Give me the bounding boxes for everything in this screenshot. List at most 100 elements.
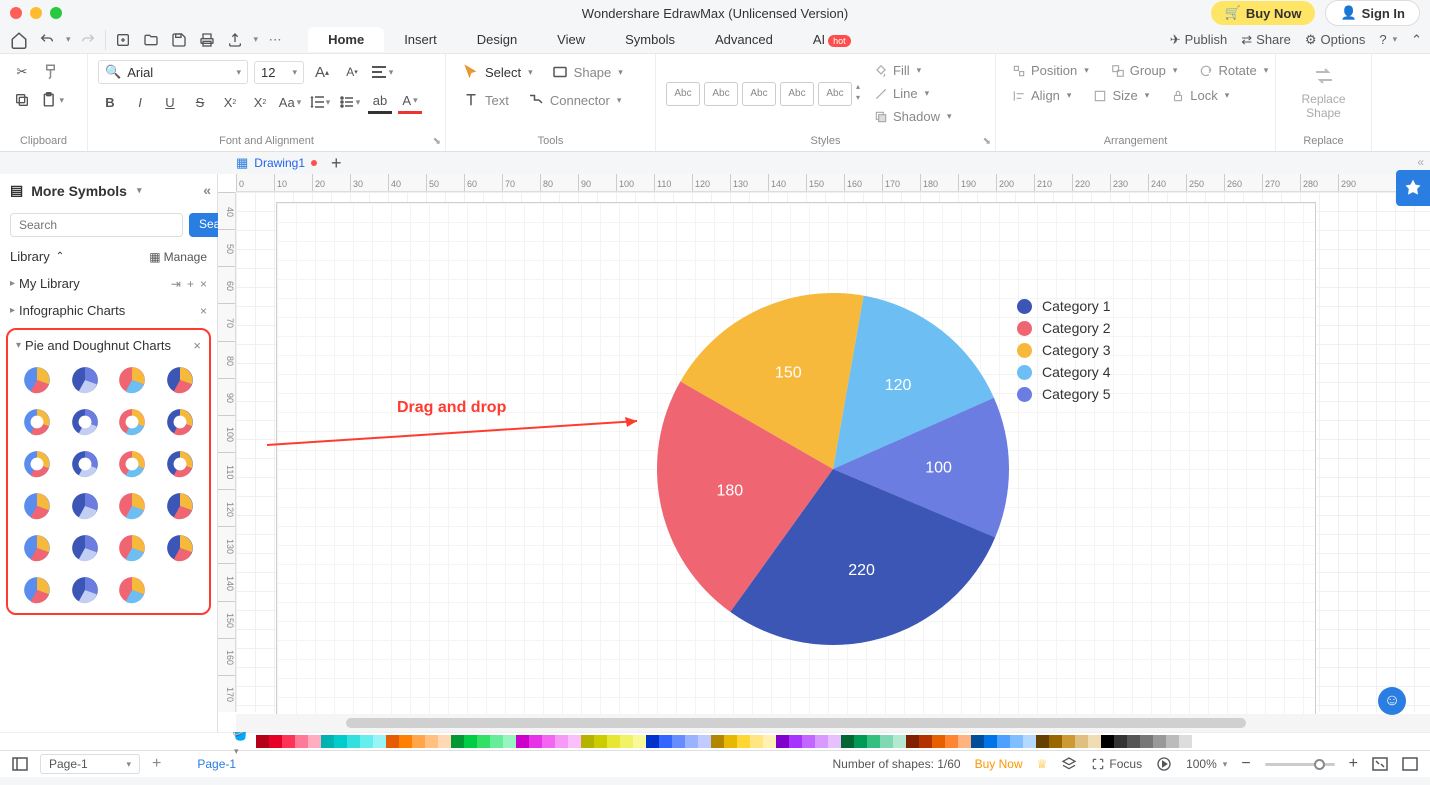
text-tool-button[interactable]: Text bbox=[456, 88, 515, 112]
share-button[interactable]: ⇄Share bbox=[1241, 32, 1291, 48]
print-button[interactable] bbox=[196, 29, 218, 51]
color-swatch[interactable] bbox=[867, 735, 880, 748]
color-swatch[interactable] bbox=[295, 735, 308, 748]
window-minimize-button[interactable] bbox=[30, 7, 42, 19]
tab-insert[interactable]: Insert bbox=[384, 27, 457, 52]
chart-thumbnail[interactable] bbox=[161, 533, 199, 563]
collapse-ribbon-button[interactable]: ⌃ bbox=[1411, 32, 1422, 48]
color-swatch[interactable] bbox=[438, 735, 451, 748]
help-button[interactable]: ?▾ bbox=[1379, 32, 1397, 47]
infographic-charts-section[interactable]: ▸ Infographic Charts × bbox=[0, 297, 217, 324]
lock-button[interactable]: Lock▾ bbox=[1165, 85, 1235, 106]
copy-button[interactable] bbox=[10, 88, 34, 112]
select-tool-button[interactable]: Select▾ bbox=[456, 60, 539, 84]
color-swatch[interactable] bbox=[828, 735, 841, 748]
add-icon[interactable]: + bbox=[187, 277, 194, 291]
style-swatch-1[interactable]: Abc bbox=[666, 82, 700, 106]
window-close-button[interactable] bbox=[10, 7, 22, 19]
color-swatch[interactable] bbox=[906, 735, 919, 748]
case-button[interactable]: Aa▾ bbox=[278, 90, 302, 114]
undo-button[interactable] bbox=[36, 29, 58, 51]
chart-thumbnail[interactable] bbox=[161, 407, 199, 437]
color-swatch[interactable] bbox=[347, 735, 360, 748]
color-swatch[interactable] bbox=[425, 735, 438, 748]
color-swatch[interactable] bbox=[854, 735, 867, 748]
add-page-button[interactable]: + bbox=[152, 755, 161, 773]
color-swatch[interactable] bbox=[880, 735, 893, 748]
color-swatch[interactable] bbox=[1049, 735, 1062, 748]
color-swatch[interactable] bbox=[503, 735, 516, 748]
color-swatch[interactable] bbox=[620, 735, 633, 748]
color-swatch[interactable] bbox=[269, 735, 282, 748]
library-section[interactable]: Library ⌃ ▦Manage bbox=[0, 243, 217, 270]
align-button[interactable]: ▾ bbox=[370, 60, 394, 84]
home-icon[interactable] bbox=[8, 29, 30, 51]
increase-font-button[interactable]: A▴ bbox=[310, 60, 334, 84]
import-icon[interactable]: ⇥ bbox=[171, 277, 181, 291]
close-icon[interactable]: × bbox=[200, 304, 207, 318]
color-swatch[interactable] bbox=[1179, 735, 1192, 748]
page-layout-button[interactable] bbox=[12, 757, 28, 771]
color-swatch[interactable] bbox=[1036, 735, 1049, 748]
publish-button[interactable]: ✈Publish bbox=[1170, 32, 1228, 48]
color-swatch[interactable] bbox=[1010, 735, 1023, 748]
color-swatch[interactable] bbox=[1140, 735, 1153, 748]
help-bubble-button[interactable]: ☺ bbox=[1378, 687, 1406, 715]
zoom-dropdown[interactable]: 100%▾ bbox=[1186, 757, 1227, 771]
format-painter-button[interactable] bbox=[40, 60, 64, 84]
font-dialog-launcher[interactable]: ⬊ bbox=[433, 136, 441, 147]
premium-icon[interactable]: ♕ bbox=[1037, 757, 1048, 771]
color-swatch[interactable] bbox=[724, 735, 737, 748]
chart-thumbnail[interactable] bbox=[66, 491, 104, 521]
more-symbols-header[interactable]: ▤ More Symbols ▾ « bbox=[0, 174, 217, 207]
color-swatch[interactable] bbox=[711, 735, 724, 748]
export-button[interactable] bbox=[224, 29, 246, 51]
page-selector-dropdown[interactable]: Page-1 ▾ bbox=[40, 754, 140, 774]
tab-ai[interactable]: AIhot bbox=[793, 27, 871, 52]
chart-thumbnail[interactable] bbox=[66, 365, 104, 395]
color-swatch[interactable] bbox=[685, 735, 698, 748]
add-tab-button[interactable]: + bbox=[331, 153, 342, 174]
chart-thumbnail[interactable] bbox=[161, 491, 199, 521]
style-scroll-up[interactable]: ▴ bbox=[856, 82, 860, 91]
close-icon[interactable]: × bbox=[193, 338, 201, 353]
color-swatch[interactable] bbox=[1088, 735, 1101, 748]
fill-button[interactable]: Fill▾ bbox=[868, 60, 958, 81]
options-button[interactable]: ⚙Options bbox=[1305, 32, 1365, 48]
position-button[interactable]: Position▾ bbox=[1006, 60, 1095, 81]
zoom-slider[interactable] bbox=[1265, 763, 1335, 766]
color-swatch[interactable] bbox=[1062, 735, 1075, 748]
color-swatch[interactable] bbox=[633, 735, 646, 748]
color-swatch[interactable] bbox=[893, 735, 906, 748]
chart-thumbnail[interactable] bbox=[18, 491, 56, 521]
font-family-dropdown[interactable]: 🔍 Arial ▾ bbox=[98, 60, 248, 84]
line-spacing-button[interactable]: ▾ bbox=[308, 90, 332, 114]
style-swatch-2[interactable]: Abc bbox=[704, 82, 738, 106]
color-swatch[interactable] bbox=[672, 735, 685, 748]
undo-dropdown[interactable]: ▾ bbox=[66, 34, 71, 45]
collapse-sidebar-button[interactable]: « bbox=[203, 182, 211, 198]
shape-tool-button[interactable]: Shape▾ bbox=[545, 60, 629, 84]
color-swatch[interactable] bbox=[737, 735, 750, 748]
color-swatch[interactable] bbox=[815, 735, 828, 748]
underline-button[interactable]: U bbox=[158, 90, 182, 114]
sign-in-button[interactable]: 👤 Sign In bbox=[1325, 0, 1420, 26]
highlight-button[interactable]: ab bbox=[368, 90, 392, 114]
color-swatch[interactable] bbox=[750, 735, 763, 748]
replace-shape-button[interactable]: Replace Shape bbox=[1286, 60, 1361, 121]
strikethrough-button[interactable]: S bbox=[188, 90, 212, 114]
color-swatch[interactable] bbox=[581, 735, 594, 748]
chart-thumbnail[interactable] bbox=[113, 491, 151, 521]
align-shape-button[interactable]: Align▾ bbox=[1006, 85, 1077, 106]
color-swatch[interactable] bbox=[698, 735, 711, 748]
more-button[interactable]: ⋯ bbox=[264, 29, 286, 51]
scrollbar-thumb[interactable] bbox=[346, 718, 1246, 728]
chart-thumbnail[interactable] bbox=[18, 449, 56, 479]
color-swatch[interactable] bbox=[477, 735, 490, 748]
color-swatch[interactable] bbox=[763, 735, 776, 748]
chart-thumbnail[interactable] bbox=[113, 365, 151, 395]
color-swatch[interactable] bbox=[464, 735, 477, 748]
color-swatch[interactable] bbox=[334, 735, 347, 748]
redo-button[interactable] bbox=[77, 29, 99, 51]
tab-view[interactable]: View bbox=[537, 27, 605, 52]
